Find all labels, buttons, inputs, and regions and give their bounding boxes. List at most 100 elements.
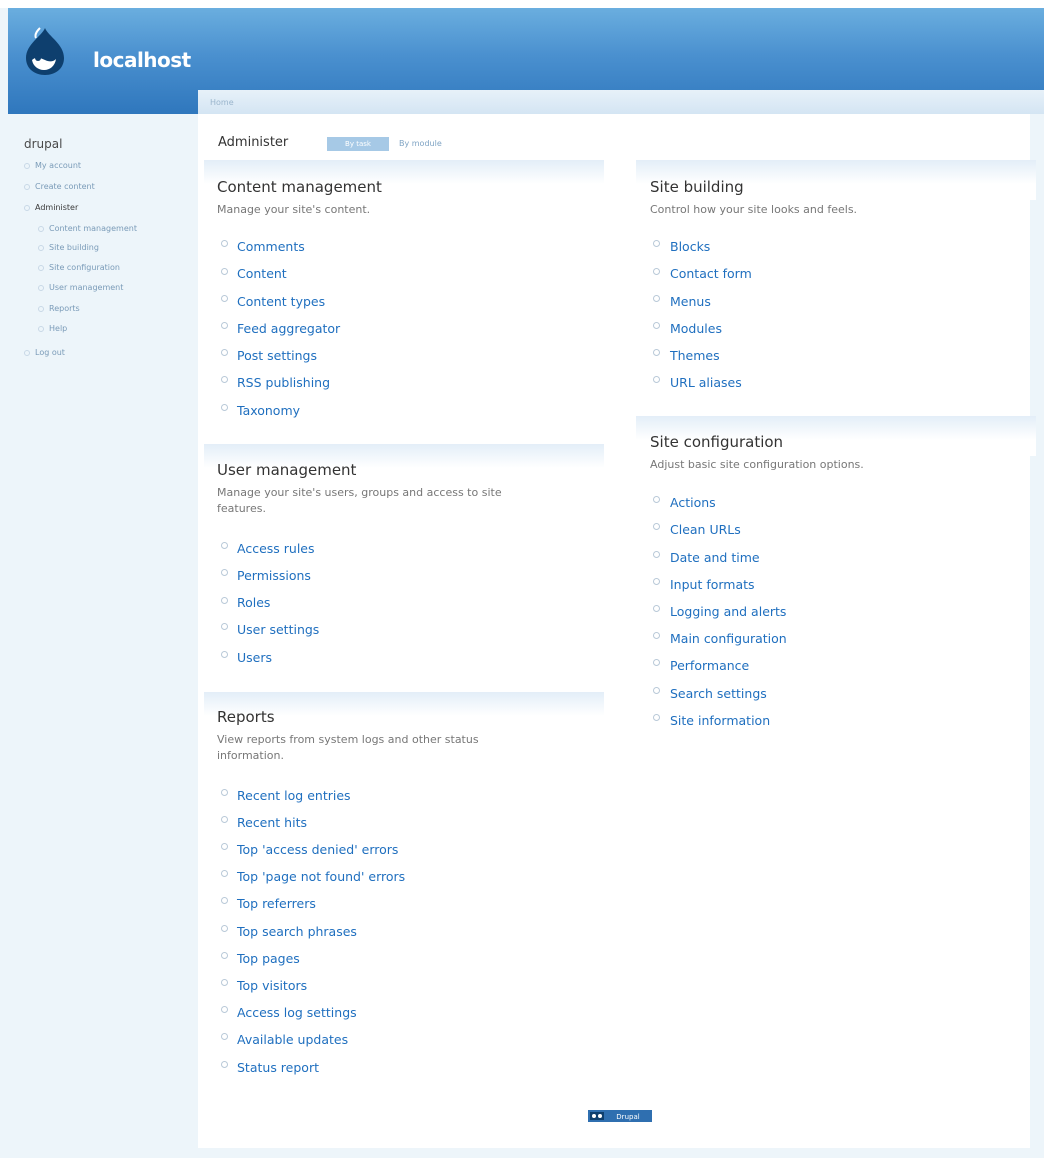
tab-by-task[interactable]: By task [327,137,389,151]
bullet-icon [221,404,228,411]
bullet-icon [221,1006,228,1013]
sidebar-item-help[interactable]: Help [38,324,67,333]
sidebar-item-label: Reports [49,304,80,313]
bullet-icon [38,244,44,251]
badge-label: Drupal [616,1113,639,1121]
link-available-updates[interactable]: Available updates [237,1032,348,1047]
powered-by-drupal-badge[interactable]: Drupal [588,1107,652,1122]
panel-title: Content management [217,178,382,196]
link-logging-and-alerts[interactable]: Logging and alerts [670,604,786,619]
sidebar-item-label: Log out [35,348,65,357]
bullet-icon [653,376,660,383]
bullet-icon [221,816,228,823]
sidebar-item-reports[interactable]: Reports [38,304,80,313]
link-top-page-not-found[interactable]: Top 'page not found' errors [237,869,405,884]
link-permissions[interactable]: Permissions [237,568,311,583]
breadcrumb-bar [198,90,1044,114]
panel-description: Manage your site's content. [217,203,371,216]
bullet-icon [221,295,228,302]
sidebar-item-create-content[interactable]: Create content [24,182,95,191]
bullet-icon [653,349,660,356]
sidebar-item-site-building[interactable]: Site building [38,243,99,252]
bullet-icon [653,551,660,558]
sidebar-item-label: My account [35,161,82,170]
link-themes[interactable]: Themes [670,348,720,363]
link-top-pages[interactable]: Top pages [237,951,300,966]
drupal-logo-icon[interactable] [22,26,68,76]
link-main-configuration[interactable]: Main configuration [670,631,787,646]
bullet-icon [221,843,228,850]
sidebar-item-log-out[interactable]: Log out [24,348,65,357]
bullet-icon [38,325,44,332]
link-users[interactable]: Users [237,650,272,665]
panel-description: Control how your site looks and feels. [650,203,858,216]
panel-description: Manage your site's users, groups and acc… [217,486,502,499]
link-top-referrers[interactable]: Top referrers [237,896,316,911]
link-post-settings[interactable]: Post settings [237,348,317,363]
link-search-settings[interactable]: Search settings [670,686,767,701]
bullet-icon [24,183,30,190]
bullet-icon [221,240,228,247]
bullet-icon [38,225,44,232]
bullet-icon [653,268,660,275]
link-menus[interactable]: Menus [670,294,711,309]
bullet-icon [221,322,228,329]
breadcrumb[interactable]: Home [210,98,234,107]
link-actions[interactable]: Actions [670,495,716,510]
bullet-icon [221,1061,228,1068]
link-content[interactable]: Content [237,266,287,281]
panel-description: information. [217,749,284,762]
link-top-visitors[interactable]: Top visitors [237,978,307,993]
link-user-settings[interactable]: User settings [237,622,319,637]
panel-description: View reports from system logs and other … [217,733,479,746]
sidebar-item-site-configuration[interactable]: Site configuration [38,263,120,272]
link-url-aliases[interactable]: URL aliases [670,375,742,390]
site-name[interactable]: localhost [93,48,191,72]
bullet-icon [653,322,660,329]
main-content [198,114,1030,1148]
link-feed-aggregator[interactable]: Feed aggregator [237,321,340,336]
sidebar-item-label: Content management [49,224,137,233]
link-recent-log-entries[interactable]: Recent log entries [237,788,351,803]
bullet-icon [653,605,660,612]
bullet-icon [38,305,44,312]
link-performance[interactable]: Performance [670,658,749,673]
sidebar-item-label: Administer [35,203,79,212]
link-access-rules[interactable]: Access rules [237,541,315,556]
link-recent-hits[interactable]: Recent hits [237,815,307,830]
link-modules[interactable]: Modules [670,321,722,336]
sidebar-item-label: Help [49,324,68,333]
link-date-and-time[interactable]: Date and time [670,550,760,565]
link-top-access-denied[interactable]: Top 'access denied' errors [237,842,398,857]
bullet-icon [653,659,660,666]
bullet-icon [221,597,228,604]
link-content-types[interactable]: Content types [237,294,325,309]
link-access-log-settings[interactable]: Access log settings [237,1005,357,1020]
link-roles[interactable]: Roles [237,595,270,610]
link-input-formats[interactable]: Input formats [670,577,755,592]
tab-by-module[interactable]: By module [399,139,442,148]
link-site-information[interactable]: Site information [670,713,770,728]
sidebar-item-content-management[interactable]: Content management [38,224,137,233]
link-contact-form[interactable]: Contact form [670,266,752,281]
link-comments[interactable]: Comments [237,239,305,254]
bullet-icon [653,632,660,639]
link-blocks[interactable]: Blocks [670,239,710,254]
link-rss-publishing[interactable]: RSS publishing [237,375,330,390]
link-status-report[interactable]: Status report [237,1060,319,1075]
sidebar-item-user-management[interactable]: User management [38,283,123,292]
sidebar-item-administer[interactable]: Administer [24,203,78,212]
bullet-icon [221,952,228,959]
bullet-icon [221,569,228,576]
bullet-icon [653,523,660,530]
bullet-icon [653,578,660,585]
sidebar-item-label: Site building [49,243,99,252]
sidebar-item-label: Create content [35,182,95,191]
bullet-icon [221,623,228,630]
sidebar-item-my-account[interactable]: My account [24,161,81,170]
bullet-icon [24,204,30,211]
link-top-search-phrases[interactable]: Top search phrases [237,924,357,939]
link-taxonomy[interactable]: Taxonomy [237,403,300,418]
bullet-icon [653,295,660,302]
link-clean-urls[interactable]: Clean URLs [670,522,741,537]
